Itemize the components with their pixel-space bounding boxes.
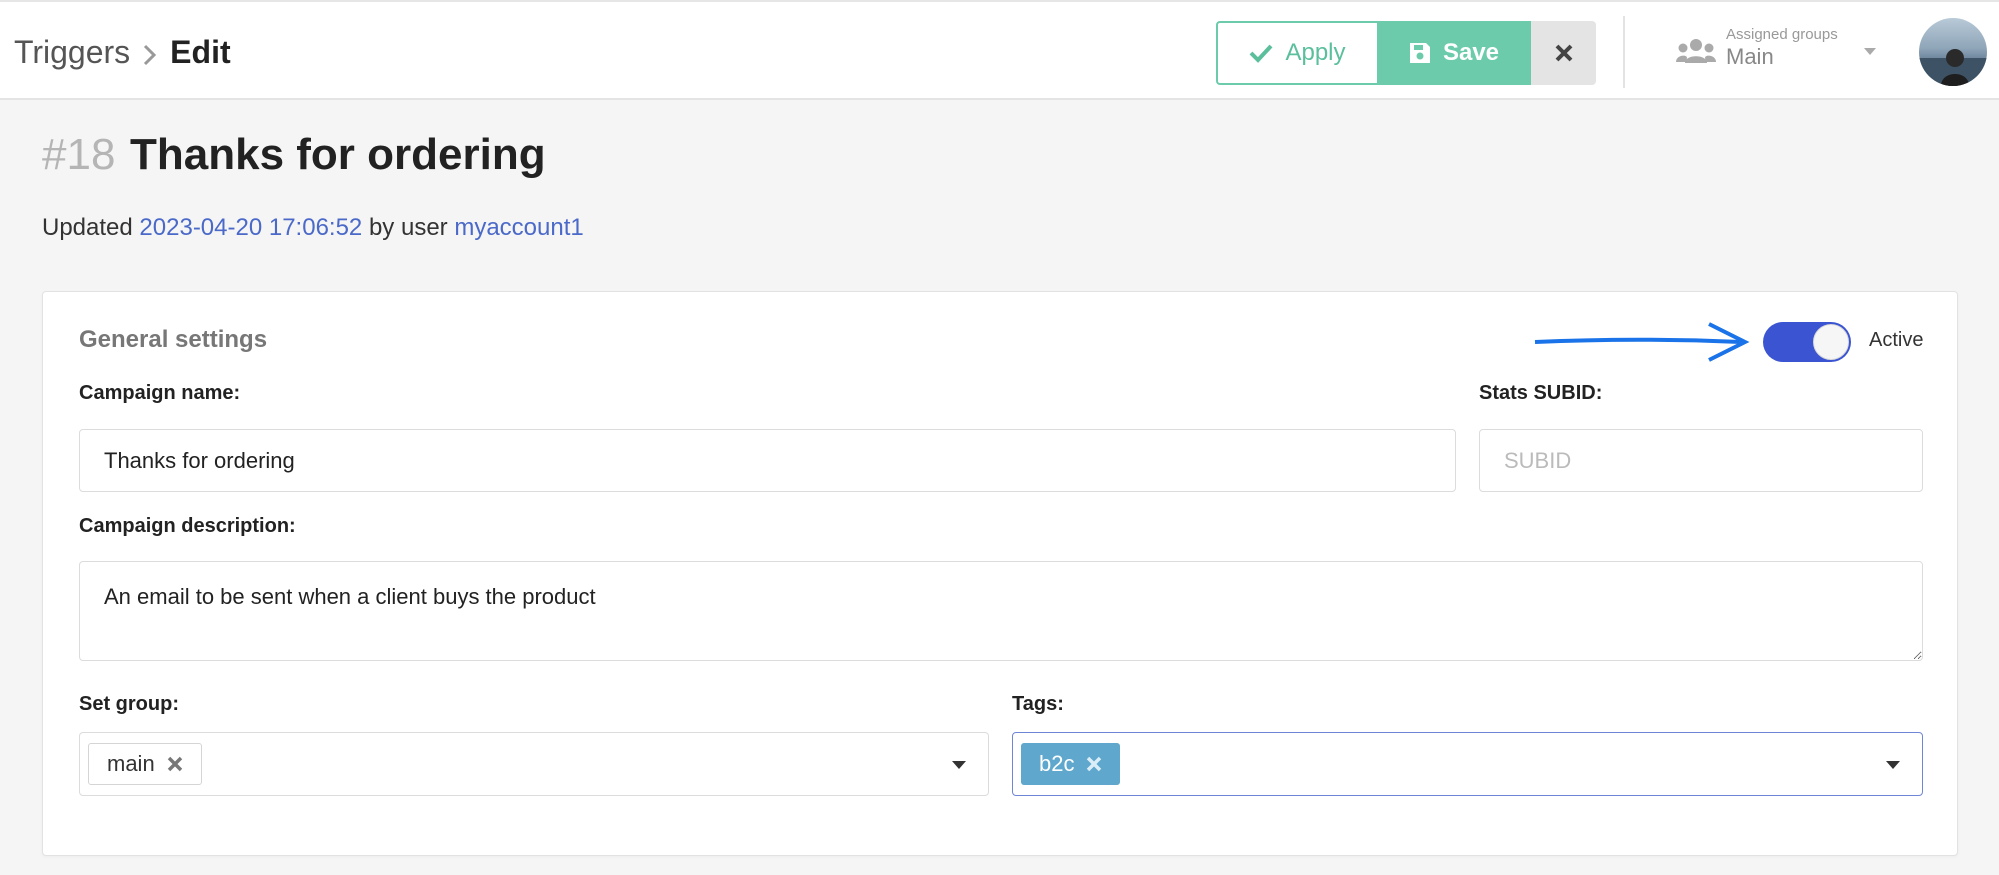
remove-chip-icon[interactable]	[1086, 756, 1102, 772]
breadcrumb: Triggers Edit	[14, 32, 231, 72]
users-group-icon	[1676, 39, 1716, 63]
save-button[interactable]: Save	[1377, 21, 1531, 85]
section-title: General settings	[79, 326, 268, 353]
stats-subid-label: Stats SUBID:	[1479, 382, 1603, 404]
close-button[interactable]	[1531, 21, 1596, 85]
remove-chip-icon[interactable]	[167, 756, 183, 772]
by-user-text: by user	[368, 214, 448, 241]
campaign-name-input[interactable]	[79, 429, 1456, 492]
action-buttons: Apply Save	[1216, 21, 1596, 85]
group-chip: main	[88, 743, 202, 785]
page-id: #18	[42, 130, 116, 179]
breadcrumb-current: Edit	[170, 34, 231, 70]
arrow-right-icon	[1534, 322, 1750, 362]
save-button-label: Save	[1442, 39, 1500, 66]
caret-down-icon	[1864, 48, 1876, 55]
floppy-disk-icon	[1409, 43, 1430, 63]
active-toggle[interactable]	[1763, 322, 1851, 362]
assigned-groups-caption: Assigned groups	[1726, 26, 1838, 43]
tags-select[interactable]: b2c	[1012, 732, 1923, 796]
tag-chip-label: b2c	[1039, 751, 1075, 776]
close-icon	[1555, 44, 1572, 62]
tags-label: Tags:	[1012, 693, 1064, 715]
chevron-right-icon	[130, 32, 170, 72]
updated-timestamp-link[interactable]: 2023-04-20 17:06:52	[139, 214, 362, 241]
apply-button[interactable]: Apply	[1216, 21, 1377, 85]
caret-down-icon	[1886, 761, 1900, 769]
set-group-select[interactable]: main	[79, 732, 989, 796]
checkmark-icon	[1250, 44, 1273, 63]
campaign-name-label: Campaign name:	[79, 382, 241, 404]
campaign-description-textarea[interactable]: An email to be sent when a client buys t…	[79, 561, 1923, 661]
assigned-groups-value: Main	[1726, 44, 1774, 69]
group-chip-label: main	[107, 751, 155, 776]
active-label: Active	[1869, 329, 1924, 351]
set-group-label: Set group:	[79, 693, 179, 715]
user-link[interactable]: myaccount1	[454, 214, 583, 241]
caret-down-icon	[952, 761, 966, 769]
apply-button-label: Apply	[1285, 39, 1346, 66]
updated-prefix: Updated	[42, 214, 133, 241]
assigned-groups-dropdown[interactable]: Assigned groups Main	[1676, 24, 1876, 76]
breadcrumb-triggers-link[interactable]: Triggers	[14, 32, 130, 72]
toggle-knob	[1813, 324, 1849, 360]
avatar[interactable]	[1919, 18, 1987, 86]
tag-chip: b2c	[1021, 743, 1121, 785]
stats-subid-input[interactable]	[1479, 429, 1923, 492]
page-title: Thanks for ordering	[130, 130, 546, 179]
updated-info: Updated 2023-04-20 17:06:52 by user myac…	[42, 214, 584, 242]
divider	[1623, 16, 1625, 88]
general-settings-card: General settings Active Campaign name: S…	[42, 291, 1958, 856]
top-bar: Triggers Edit Apply Save Assigned groups…	[0, 0, 1999, 100]
campaign-description-label: Campaign description:	[79, 515, 296, 537]
